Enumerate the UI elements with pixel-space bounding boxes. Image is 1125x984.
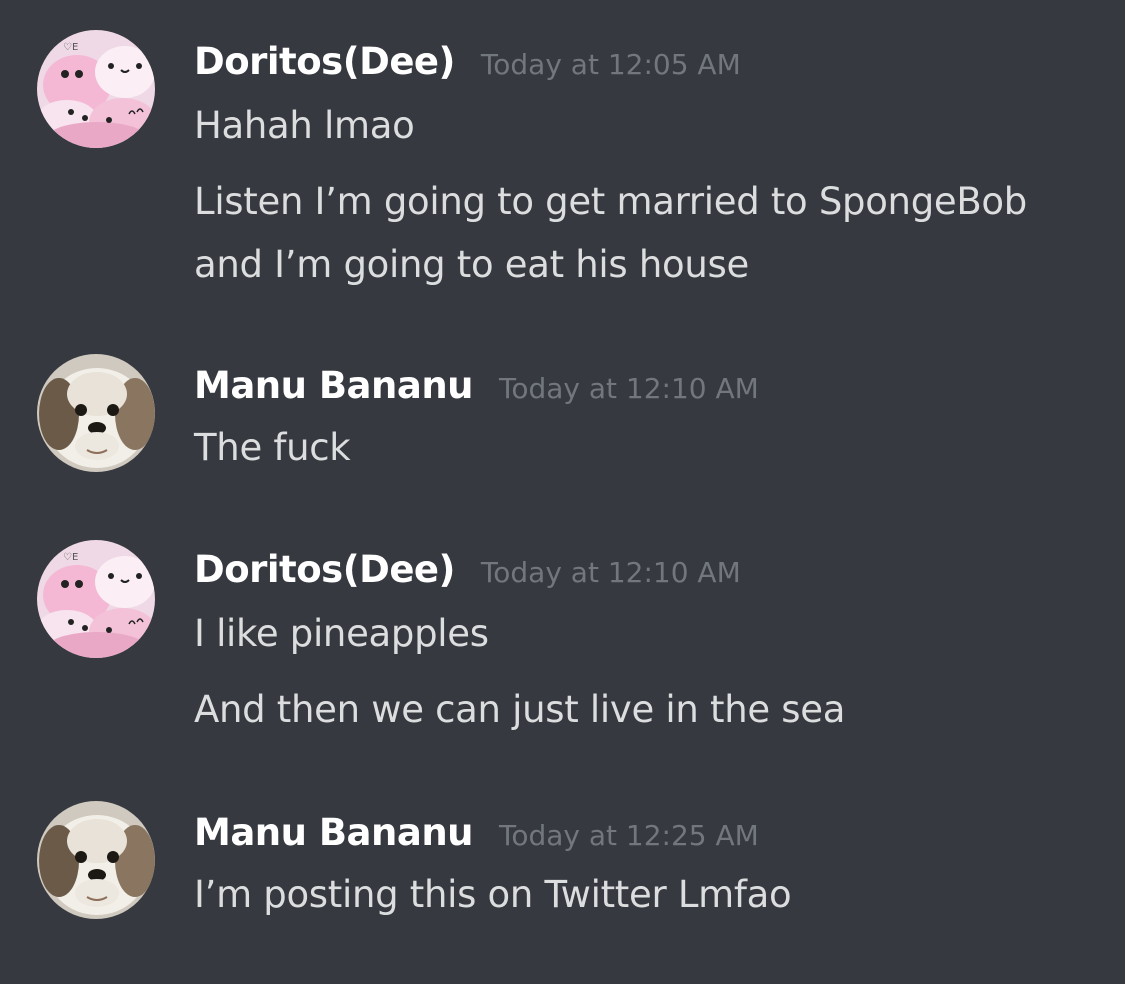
message-text: Hahah lmao <box>194 104 415 147</box>
message-text: and I’m going to eat his house <box>194 243 749 286</box>
timestamp: Today at 12:10 AM <box>480 556 741 589</box>
dog-avatar-icon[interactable] <box>37 354 155 472</box>
svg-text:♡E: ♡E <box>63 42 78 53</box>
username[interactable]: Doritos(Dee) <box>194 40 455 83</box>
chat-messages-panel: ♡E Doritos(Dee) Today at 12:05 AM Hahah l… <box>0 0 1125 984</box>
username[interactable]: Manu Bananu <box>194 811 474 854</box>
message-text: And then we can just live in the sea <box>194 688 846 731</box>
timestamp: Today at 12:10 AM <box>499 372 759 405</box>
timestamp: Today at 12:05 AM <box>480 48 741 81</box>
message-text: I’m posting this on Twitter Lmfao <box>194 873 792 916</box>
timestamp: Today at 12:25 AM <box>499 819 759 852</box>
message-header: Doritos(Dee) Today at 12:10 AM <box>194 548 741 598</box>
message-text: Listen I’m going to get married to Spong… <box>194 180 1027 223</box>
message-text: I like pineapples <box>194 612 489 655</box>
username[interactable]: Doritos(Dee) <box>194 548 455 591</box>
svg-text:♡E: ♡E <box>63 552 78 563</box>
message-text: The fuck <box>194 426 351 469</box>
marshmallow-avatar-icon[interactable]: ♡E <box>37 540 155 658</box>
message-header: Manu Bananu Today at 12:25 AM <box>194 811 759 861</box>
username[interactable]: Manu Bananu <box>194 364 474 407</box>
message-header: Doritos(Dee) Today at 12:05 AM <box>194 40 741 90</box>
message-header: Manu Bananu Today at 12:10 AM <box>194 364 759 414</box>
marshmallow-avatar-icon[interactable]: ♡E <box>37 30 155 148</box>
dog-avatar-icon[interactable] <box>37 801 155 919</box>
